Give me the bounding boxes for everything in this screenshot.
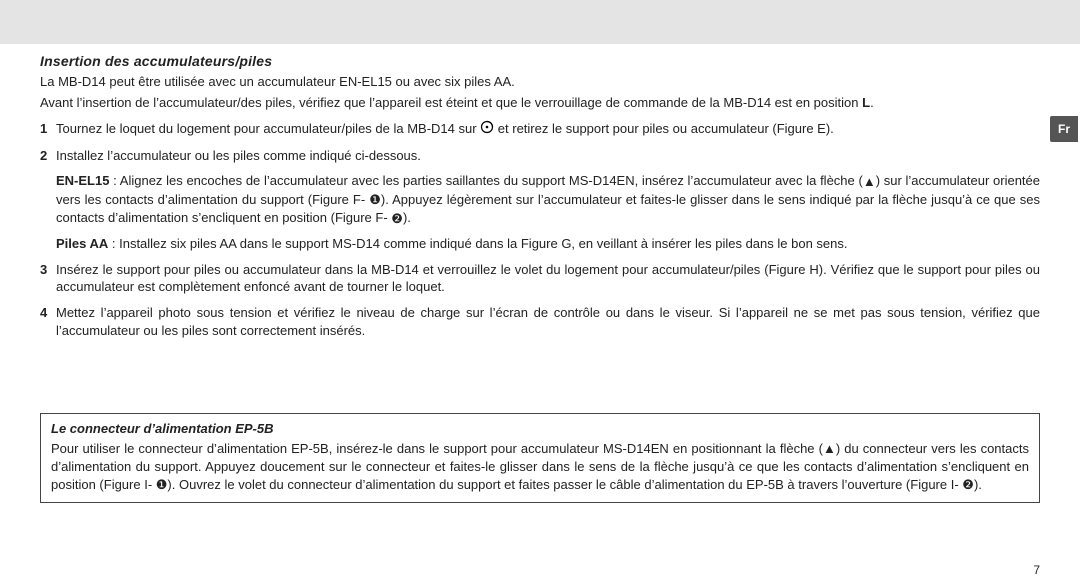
circled-1-icon: ❶	[369, 191, 381, 209]
section-heading: Insertion des accumulateurs/piles	[40, 52, 1040, 71]
preface-L: L	[862, 95, 870, 110]
enel15-d: ).	[403, 210, 411, 225]
step-list: 1 Tournez le loquet du logement pour acc…	[40, 120, 1040, 164]
step-number: 3	[40, 261, 47, 279]
document-page: Fr Insertion des accumulateurs/piles La …	[0, 0, 1080, 586]
step-number: 1	[40, 120, 47, 138]
preface-b: .	[870, 95, 874, 110]
circled-2-icon: ❷	[391, 210, 403, 228]
step-number: 2	[40, 147, 47, 165]
box-title: Le connecteur d’alimentation EP-5B	[51, 420, 1029, 438]
enel15-label: EN-EL15	[56, 173, 109, 188]
content-area: Insertion des accumulateurs/piles La MB-…	[40, 24, 1040, 503]
pilesaa-block: Piles AA : Installez six piles AA dans l…	[40, 235, 1040, 253]
box-body: Pour utiliser le connecteur d’alimentati…	[51, 440, 1029, 494]
step-1: 1 Tournez le loquet du logement pour acc…	[40, 120, 1040, 139]
step2-text: Installez l’accumulateur ou les piles co…	[56, 148, 421, 163]
open-latch-icon	[480, 120, 494, 139]
circled-2-icon: ❷	[962, 476, 974, 494]
pilesaa-text: : Installez six piles AA dans le support…	[108, 236, 847, 251]
step-3: 3 Insérez le support pour piles ou accum…	[40, 261, 1040, 296]
step1-b: et retirez le support pour piles ou accu…	[494, 121, 834, 136]
enel15-block: EN-EL15 : Alignez les encoches de l’accu…	[40, 172, 1040, 227]
preface-a: Avant l’insertion de l’accumulateur/des …	[40, 95, 862, 110]
circled-1-icon: ❶	[156, 476, 168, 494]
step1-a: Tournez le loquet du logement pour accum…	[56, 121, 480, 136]
enel15-a: : Alignez les encoches de l’accumulateur…	[109, 173, 862, 188]
step4-text: Mettez l’appareil photo sous tension et …	[56, 305, 1040, 338]
step-4: 4 Mettez l’appareil photo sous tension e…	[40, 304, 1040, 339]
info-box: Le connecteur d’alimentation EP-5B Pour …	[40, 413, 1040, 503]
triangle-up-icon: ▲	[823, 440, 836, 458]
pilesaa-label: Piles AA	[56, 236, 108, 251]
preface-text: Avant l’insertion de l’accumulateur/des …	[40, 94, 1040, 112]
step-number: 4	[40, 304, 47, 322]
triangle-up-icon: ▲	[863, 173, 876, 191]
box-d: ).	[974, 477, 982, 492]
intro-text: La MB-D14 peut être utilisée avec un acc…	[40, 73, 1040, 91]
step-2: 2 Installez l’accumulateur ou les piles …	[40, 147, 1040, 165]
box-c: ). Ouvrez le volet du connecteur d’alime…	[167, 477, 962, 492]
step-list-cont: 3 Insérez le support pour piles ou accum…	[40, 261, 1040, 339]
page-number: 7	[1033, 562, 1040, 578]
box-a: Pour utiliser le connecteur d’alimentati…	[51, 441, 823, 456]
language-tab: Fr	[1050, 116, 1078, 142]
step3-text: Insérez le support pour piles ou accumul…	[56, 262, 1040, 295]
